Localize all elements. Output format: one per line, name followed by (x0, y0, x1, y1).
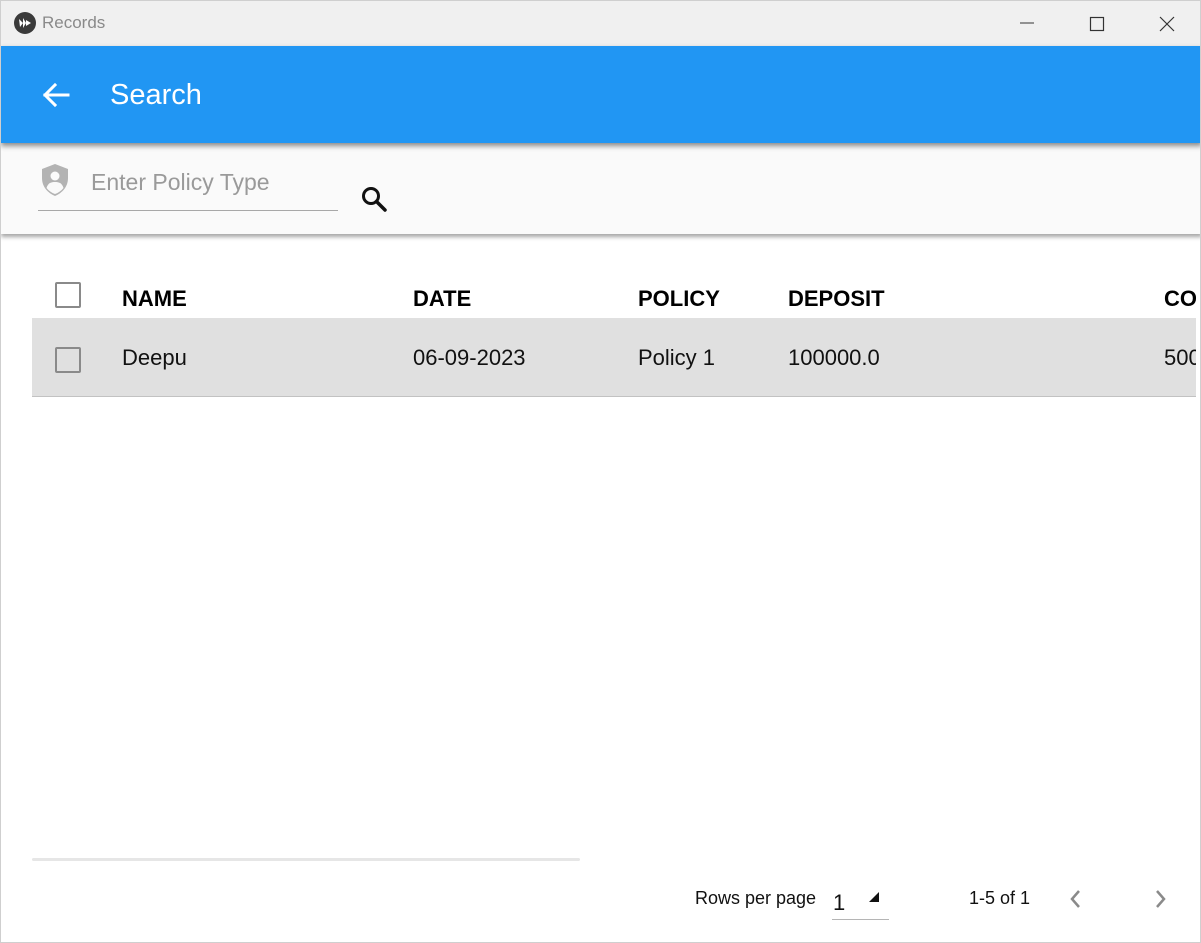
cell-date: 06-09-2023 (413, 345, 526, 370)
rows-per-page-value: 1 (833, 890, 846, 915)
column-header-co[interactable]: CO (1164, 286, 1196, 312)
title-bar: Records (1, 1, 1200, 46)
table-header: NAME DATE POLICY DEPOSIT CO (32, 271, 1196, 318)
search-bar (1, 143, 1200, 234)
shield-account-icon (40, 163, 70, 202)
column-header-deposit[interactable]: DEPOSIT (788, 286, 885, 312)
arrow-left-icon (42, 82, 70, 108)
maximize-button[interactable] (1062, 1, 1132, 46)
window-title: Records (42, 13, 106, 32)
select-all-checkbox[interactable] (55, 282, 81, 308)
rows-per-page-select[interactable]: 1 (832, 883, 889, 920)
magnify-icon (362, 187, 387, 212)
cell-policy: Policy 1 (638, 345, 716, 370)
cell-name: Deepu (122, 345, 187, 370)
records-window: Records Search Enter Policy Type NAME DA… (0, 0, 1201, 943)
column-header-date[interactable]: DATE (413, 286, 471, 312)
minimize-button[interactable] (992, 1, 1062, 46)
search-button[interactable] (356, 181, 392, 217)
column-header-policy[interactable]: POLICY (638, 286, 720, 312)
top-app-bar: Search (1, 46, 1200, 143)
chevron-right-icon (1156, 890, 1166, 908)
back-button[interactable] (34, 73, 78, 117)
horizontal-scrollbar[interactable] (32, 858, 580, 861)
cell-co: 500 (1164, 345, 1196, 370)
close-button[interactable] (1132, 1, 1200, 46)
column-header-name[interactable]: NAME (122, 286, 187, 312)
chevron-left-icon (1070, 890, 1080, 908)
input-underline (38, 210, 338, 211)
policy-type-input[interactable] (91, 165, 331, 199)
next-page-button[interactable] (1142, 881, 1178, 917)
row-checkbox[interactable] (55, 347, 81, 373)
cell-deposit: 100000.0 (788, 345, 880, 370)
kivy-logo-icon (14, 12, 36, 34)
page-range-text: 1-5 of 1 (969, 888, 1031, 908)
page-title: Search (110, 79, 202, 111)
rows-per-page-label: Rows per page (695, 888, 817, 908)
table-row[interactable]: Deepu 06-09-2023 Policy 1 100000.0 500 (32, 318, 1196, 397)
previous-page-button[interactable] (1058, 881, 1094, 917)
dropdown-arrow-icon (869, 892, 879, 902)
